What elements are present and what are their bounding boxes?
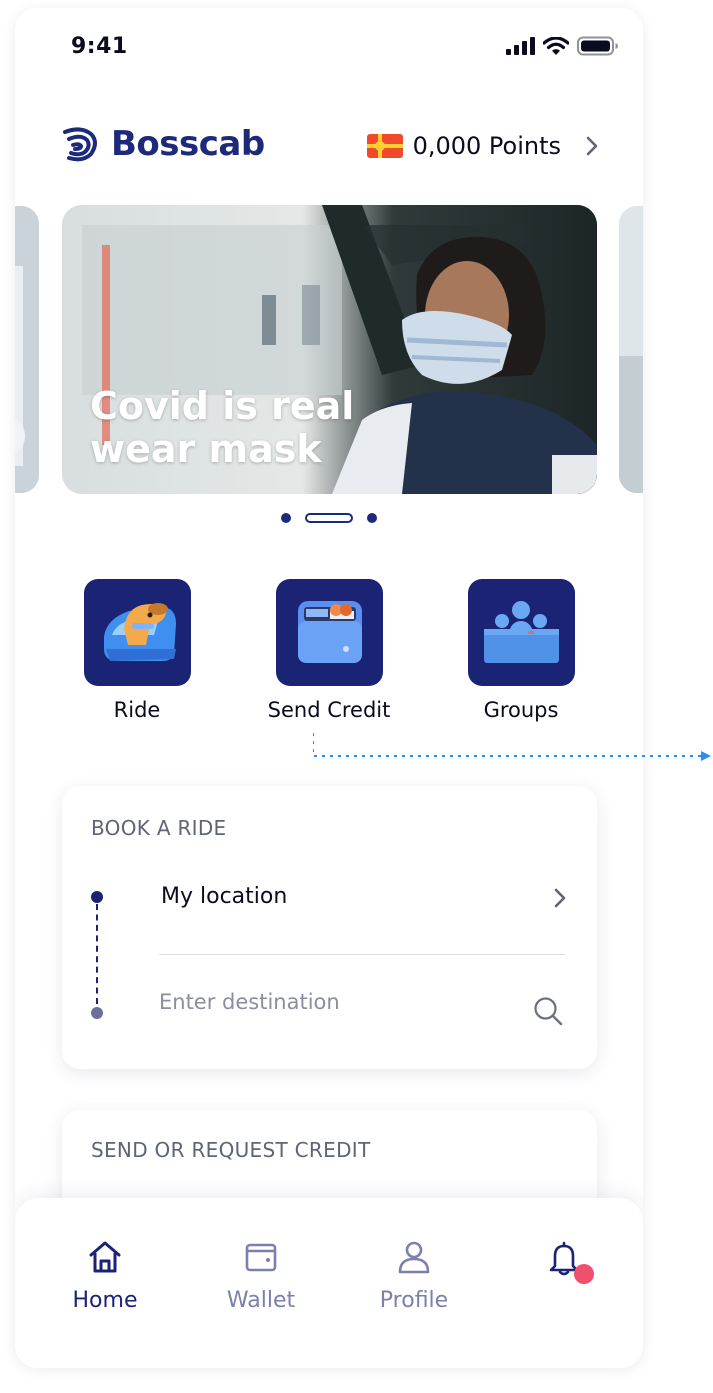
send-credit-action[interactable]: Send Credit [239,579,419,722]
nav-home[interactable]: Home [45,1240,165,1313]
book-ride-title: BOOK A RIDE [91,816,227,840]
quick-actions: Ride Send Credit Groups [15,579,643,739]
destination-dot [91,1007,103,1019]
caption-line-1: Covid is real [90,384,355,428]
ride-label: Ride [113,698,161,722]
chevron-right-icon [586,136,598,156]
carousel-slide-previous[interactable] [15,206,39,493]
nav-wallet[interactable]: Wallet [201,1240,321,1313]
pagination-dot-2-active[interactable] [305,513,353,523]
credit-card-title: SEND OR REQUEST CREDIT [91,1138,371,1162]
points-value: 0,000 Points [412,132,561,160]
chevron-right-icon[interactable] [553,887,567,909]
search-icon[interactable] [533,996,563,1026]
carousel-slide-active[interactable]: Covid is real wear mask [62,205,597,494]
groups-tile[interactable] [467,579,575,686]
nav-notifications[interactable] [504,1240,624,1284]
brand-logo: Bosscab [61,124,265,164]
pagination-dot-3[interactable] [367,513,377,523]
pagination-dot-1[interactable] [281,513,291,523]
gift-card-icon [366,134,403,158]
phone-screen: 9:41 Bosscab 0,000 Points Covid is real … [15,8,643,1368]
bosscab-logo-icon [63,127,97,162]
annotation-connector-arrow [313,733,711,761]
car-dog-icon [103,603,176,661]
route-line [96,904,98,1004]
profile-icon [398,1241,430,1274]
send-credit-label: Send Credit [267,698,391,722]
bottom-nav: Home Wallet Profile [15,1198,643,1368]
pickup-location[interactable]: My location [161,884,287,909]
divider [159,954,565,955]
carousel-pagination [15,513,643,523]
wifi-icon [543,36,569,55]
pickup-dot [91,891,103,903]
nav-profile[interactable]: Profile [354,1240,474,1313]
book-ride-card: BOOK A RIDE My location [62,786,597,1069]
groups-action[interactable]: Groups [431,579,611,722]
caption-line-2: wear mask [90,427,322,471]
signal-icon [506,37,535,55]
nav-wallet-label: Wallet [226,1288,296,1313]
nav-profile-label: Profile [379,1288,449,1313]
carousel-slide-next[interactable] [619,206,643,493]
destination-input[interactable] [159,990,499,1014]
wallet-icon [297,601,362,663]
battery-icon [577,36,618,56]
slide-preview-image [619,206,643,493]
status-time: 9:41 [71,34,128,59]
group-icon [483,601,559,663]
brand-name: Bosscab [111,124,265,164]
notification-badge [574,1264,594,1284]
groups-label: Groups [483,698,559,722]
points-link[interactable]: 0,000 Points [366,132,599,160]
carousel-caption: Covid is real wear mask [90,385,354,471]
send-credit-tile[interactable] [275,579,383,686]
nav-home-label: Home [72,1288,138,1313]
home-icon [89,1241,121,1273]
wallet-icon [245,1243,277,1272]
ride-action[interactable]: Ride [47,579,227,722]
slide-preview-image [15,206,39,493]
ride-tile[interactable] [83,579,191,686]
status-icons [505,36,619,56]
